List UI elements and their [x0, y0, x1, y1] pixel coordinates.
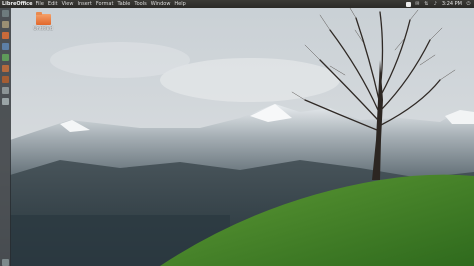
files-icon[interactable] — [2, 21, 9, 28]
menu-help[interactable]: Help — [174, 1, 185, 7]
trash-icon[interactable] — [2, 259, 9, 266]
menubar: File Edit View Insert Format Table Tools… — [36, 1, 186, 7]
network-icon[interactable]: ⇅ — [424, 1, 429, 7]
menu-edit[interactable]: Edit — [48, 1, 58, 7]
launcher — [0, 8, 11, 266]
firefox-icon[interactable] — [2, 32, 9, 39]
menu-view[interactable]: View — [62, 1, 74, 7]
impress-icon[interactable] — [2, 65, 9, 72]
keyboard-layout-icon[interactable] — [405, 1, 411, 7]
menu-insert[interactable]: Insert — [77, 1, 91, 7]
mail-icon[interactable]: ✉ — [415, 1, 420, 7]
indicator-area: ✉ ⇅ ♪ 3:24 PM ⏻ — [405, 0, 471, 8]
menu-tools[interactable]: Tools — [134, 1, 146, 7]
power-icon[interactable]: ⏻ — [466, 1, 471, 7]
menu-format[interactable]: Format — [96, 1, 114, 7]
menu-file[interactable]: File — [36, 1, 44, 7]
desktop-screen: LibreOffice File Edit View Insert Format… — [0, 0, 474, 266]
desktop-wallpaper — [0, 0, 474, 266]
volume-icon[interactable]: ♪ — [433, 1, 438, 7]
folder-icon — [35, 12, 51, 25]
menu-window[interactable]: Window — [151, 1, 171, 7]
clock[interactable]: 3:24 PM — [442, 1, 462, 7]
workspace-icon[interactable] — [2, 98, 9, 105]
software-center-icon[interactable] — [2, 76, 9, 83]
menu-table[interactable]: Table — [117, 1, 130, 7]
top-panel: LibreOffice File Edit View Insert Format… — [0, 0, 474, 8]
writer-icon[interactable] — [2, 43, 9, 50]
calc-icon[interactable] — [2, 54, 9, 61]
settings-icon[interactable] — [2, 87, 9, 94]
desktop-folder-label: Untitled — [33, 26, 53, 32]
desktop-folder[interactable]: Untitled — [30, 12, 56, 32]
app-name: LibreOffice — [2, 1, 33, 7]
dash-icon[interactable] — [2, 10, 9, 17]
